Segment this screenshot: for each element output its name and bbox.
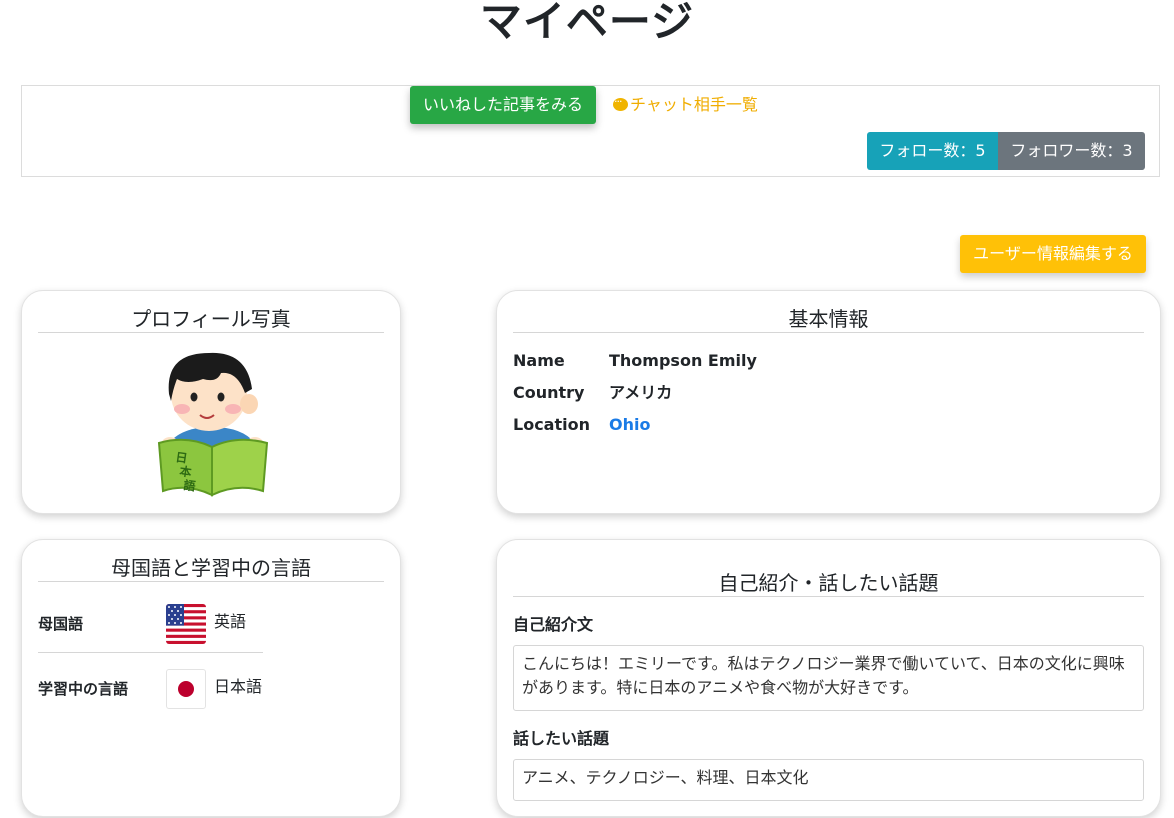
- languages-card: 母国語と学習中の言語 母国語 英語 学習中の言語 日本語: [21, 539, 401, 817]
- country-label: Country: [513, 383, 585, 402]
- edit-user-button[interactable]: ユーザー情報編集する: [960, 235, 1146, 273]
- intro-title: 自己紹介・話したい話題: [513, 570, 1144, 597]
- svg-text:語: 語: [183, 477, 197, 494]
- profile-avatar-image: 日 本 語: [157, 352, 269, 497]
- profile-photo-card: プロフィール写真 日 本 語: [21, 290, 401, 514]
- profile-photo-title: プロフィール写真: [38, 306, 384, 333]
- intro-card: 自己紹介・話したい話題 自己紹介文 こんにちは！エミリーです。私はテクノロジー業…: [496, 539, 1161, 817]
- intro-label: 自己紹介文: [513, 615, 594, 634]
- name-label: Name: [513, 351, 565, 370]
- page-title: マイページ: [479, 0, 695, 46]
- location-link[interactable]: Ohio: [609, 415, 650, 435]
- basic-info-title: 基本情報: [513, 306, 1144, 333]
- intro-text-box: こんにちは！エミリーです。私はテクノロジー業界で働いていて、日本の文化に興味があ…: [513, 645, 1144, 711]
- us-flag-icon: [166, 604, 206, 644]
- chat-list-label: チャット相手一覧: [630, 95, 758, 114]
- follow-count-button[interactable]: フォロー数：5: [867, 132, 998, 170]
- follower-count-button[interactable]: フォロワー数：3: [998, 132, 1145, 170]
- chat-list-link[interactable]: チャット相手一覧: [613, 92, 758, 115]
- language-divider: [38, 652, 263, 653]
- topics-text-box: アニメ、テクノロジー、料理、日本文化: [513, 759, 1144, 801]
- learning-language-value: 日本語: [214, 677, 263, 696]
- basic-info-card: 基本情報 Name Thompson Emily Country アメリカ Lo…: [496, 290, 1161, 514]
- country-value: アメリカ: [609, 383, 673, 402]
- chat-bubble-icon: [613, 92, 628, 112]
- location-label: Location: [513, 415, 590, 434]
- learning-language-label: 学習中の言語: [38, 680, 129, 698]
- native-language-value: 英語: [214, 612, 247, 631]
- native-language-label: 母国語: [38, 615, 84, 633]
- japan-flag-icon: [166, 669, 206, 709]
- languages-title: 母国語と学習中の言語: [38, 555, 384, 582]
- svg-text:本: 本: [179, 463, 193, 480]
- topics-label: 話したい話題: [513, 729, 610, 748]
- liked-articles-button[interactable]: いいねした記事をみる: [410, 86, 596, 124]
- action-bar: いいねした記事をみる チャット相手一覧 フォロー数：5 フォロワー数：3: [21, 85, 1160, 177]
- name-value: Thompson Emily: [609, 351, 757, 370]
